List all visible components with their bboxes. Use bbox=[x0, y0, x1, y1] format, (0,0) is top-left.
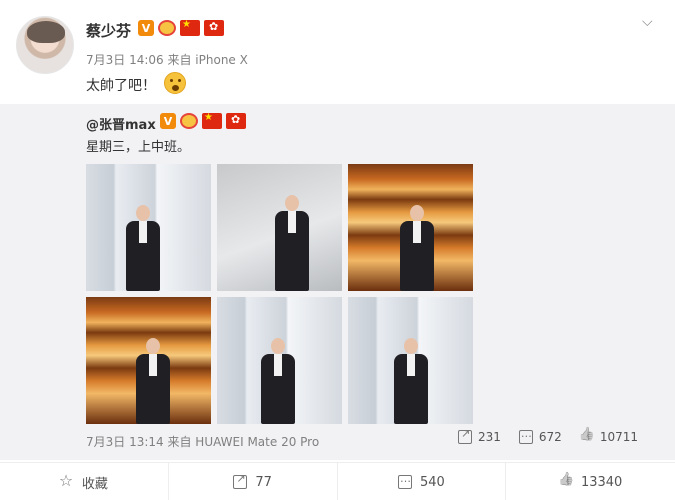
author-avatar[interactable] bbox=[16, 16, 74, 74]
china-flag-icon bbox=[202, 112, 222, 129]
favorite-button[interactable]: 收藏 bbox=[0, 463, 169, 500]
medal-icon bbox=[180, 113, 198, 129]
like-count: 13340 bbox=[580, 474, 623, 490]
comment-icon bbox=[397, 472, 412, 489]
comment-button[interactable]: 540 bbox=[338, 463, 507, 500]
share-icon bbox=[233, 472, 248, 489]
man-in-suit-figure bbox=[400, 205, 434, 291]
hong-kong-flag-icon bbox=[226, 113, 246, 129]
original-post-text: 星期三，上中班。 bbox=[86, 140, 191, 155]
chevron-down-icon[interactable]: ⌵ bbox=[642, 14, 660, 30]
photo-thumbnail-1[interactable] bbox=[86, 164, 211, 291]
comment-icon bbox=[518, 427, 533, 444]
thumbs-up-icon bbox=[580, 430, 594, 444]
like-button[interactable]: 13340 bbox=[506, 463, 675, 500]
original-like-count: 10711 bbox=[599, 430, 638, 444]
vip-badge: V bbox=[160, 113, 176, 129]
action-bar: 收藏 77 540 13340 bbox=[0, 462, 675, 500]
author-name[interactable]: 蔡少芬 bbox=[86, 20, 131, 41]
shocked-emoji-icon bbox=[164, 72, 186, 94]
original-author-name[interactable]: @张晋max bbox=[86, 114, 156, 133]
thumbs-up-icon bbox=[559, 475, 573, 489]
medal-icon bbox=[158, 20, 176, 36]
original-comment-stat[interactable]: 672 bbox=[518, 427, 562, 444]
photo-thumbnail-2[interactable] bbox=[217, 164, 342, 291]
original-post-meta: 7月3日 13:14 来自 HUAWEI Mate 20 Pro bbox=[86, 435, 320, 449]
man-in-suit-figure bbox=[126, 205, 160, 291]
photo-thumbnail-6[interactable] bbox=[348, 297, 473, 424]
vip-badge: V bbox=[138, 20, 154, 36]
image-grid bbox=[86, 164, 473, 424]
favorite-label: 收藏 bbox=[81, 476, 108, 492]
man-in-suit-figure bbox=[136, 338, 170, 424]
original-author-badges: V bbox=[160, 112, 246, 129]
comment-count: 540 bbox=[419, 474, 445, 490]
forward-count: 77 bbox=[255, 474, 272, 490]
photo-thumbnail-4[interactable] bbox=[86, 297, 211, 424]
share-icon bbox=[458, 427, 472, 444]
man-in-suit-figure bbox=[394, 338, 428, 424]
post-text: 太帥了吧！ bbox=[86, 78, 156, 94]
original-forward-count: 231 bbox=[478, 430, 501, 444]
man-in-suit-figure bbox=[261, 338, 295, 424]
china-flag-icon bbox=[180, 19, 200, 36]
author-badges: V bbox=[138, 19, 224, 36]
original-forward-stat[interactable]: 231 bbox=[458, 427, 501, 444]
original-post-stats: 231 672 10711 bbox=[458, 427, 638, 444]
star-icon bbox=[59, 471, 74, 490]
post-meta: 7月3日 14:06 来自 iPhone X bbox=[86, 53, 248, 67]
original-comment-count: 672 bbox=[538, 430, 562, 444]
photo-thumbnail-3[interactable] bbox=[348, 164, 473, 291]
man-in-suit-figure bbox=[275, 195, 309, 291]
original-like-stat[interactable]: 10711 bbox=[580, 430, 638, 444]
forward-button[interactable]: 77 bbox=[169, 463, 338, 500]
photo-thumbnail-5[interactable] bbox=[217, 297, 342, 424]
hong-kong-flag-icon bbox=[204, 20, 224, 36]
